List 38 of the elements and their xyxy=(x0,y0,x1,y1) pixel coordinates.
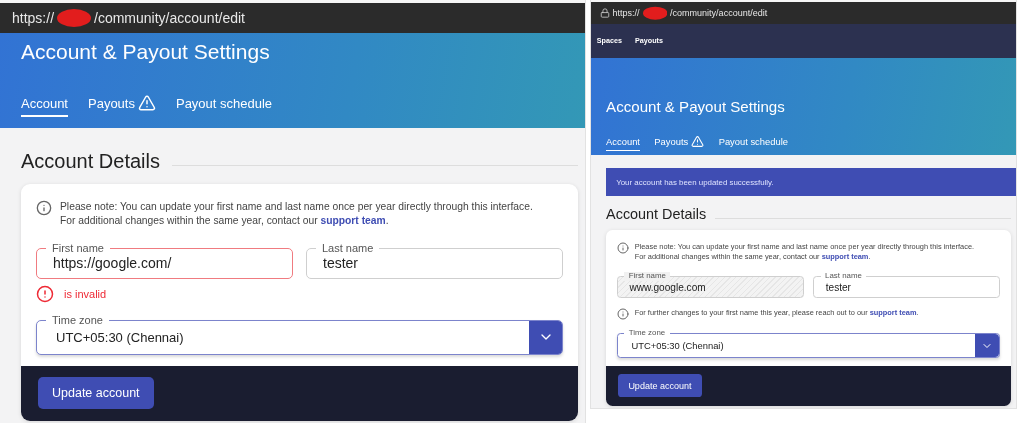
select-value: UTC+05:30 (Chennai) xyxy=(55,329,184,345)
field-value: tester xyxy=(825,281,851,293)
field-value: tester xyxy=(323,255,358,272)
field-label: Last name xyxy=(316,241,380,254)
field-label: Time zone xyxy=(46,313,109,326)
info-icon xyxy=(36,200,52,216)
error-icon xyxy=(36,284,54,303)
address-bar[interactable]: https:// /community/account/edit xyxy=(591,0,1016,24)
support-link[interactable]: support team xyxy=(320,215,386,227)
info-icon xyxy=(616,241,629,254)
section-title: Account Details xyxy=(21,150,160,173)
note-text: Please note: You can update your first name and last name once per year directly through this interface. For additional changes within the same year, contact our support team. xyxy=(60,200,533,229)
field-value: www.google.com xyxy=(629,281,706,293)
url-text: https:// xyxy=(12,10,55,26)
error-message: is invalid xyxy=(64,287,107,300)
tab[interactable]: Payout schedule xyxy=(718,134,788,152)
update-account-button[interactable]: Update account xyxy=(618,374,702,398)
dropdown-button[interactable] xyxy=(975,333,1000,358)
tab[interactable]: Account xyxy=(21,94,68,117)
address-bar[interactable]: https:// /community/account/edit xyxy=(0,0,585,33)
url-text: /community/account/edit xyxy=(94,10,245,26)
select-value: UTC+05:30 (Chennai) xyxy=(630,340,724,351)
info-icon xyxy=(616,308,629,321)
tab[interactable]: Payouts xyxy=(654,134,705,152)
tab[interactable]: Payouts xyxy=(88,94,156,117)
field-value: https://google.com/ xyxy=(53,255,172,272)
tab[interactable]: Payout schedule xyxy=(175,94,273,117)
update-account-button[interactable]: Update account xyxy=(38,376,154,409)
redaction-mark xyxy=(642,5,668,20)
tab[interactable]: Account xyxy=(606,134,640,152)
redaction-mark xyxy=(57,8,92,28)
url-text: /community/account/edit xyxy=(670,7,768,18)
page-title: Account & Payout Settings xyxy=(21,40,271,64)
section-title: Account Details xyxy=(606,206,707,223)
url-text: https:// xyxy=(612,7,640,18)
field-label: First name xyxy=(46,241,110,254)
dropdown-button[interactable] xyxy=(529,320,562,354)
page-title: Account & Payout Settings xyxy=(606,97,786,115)
